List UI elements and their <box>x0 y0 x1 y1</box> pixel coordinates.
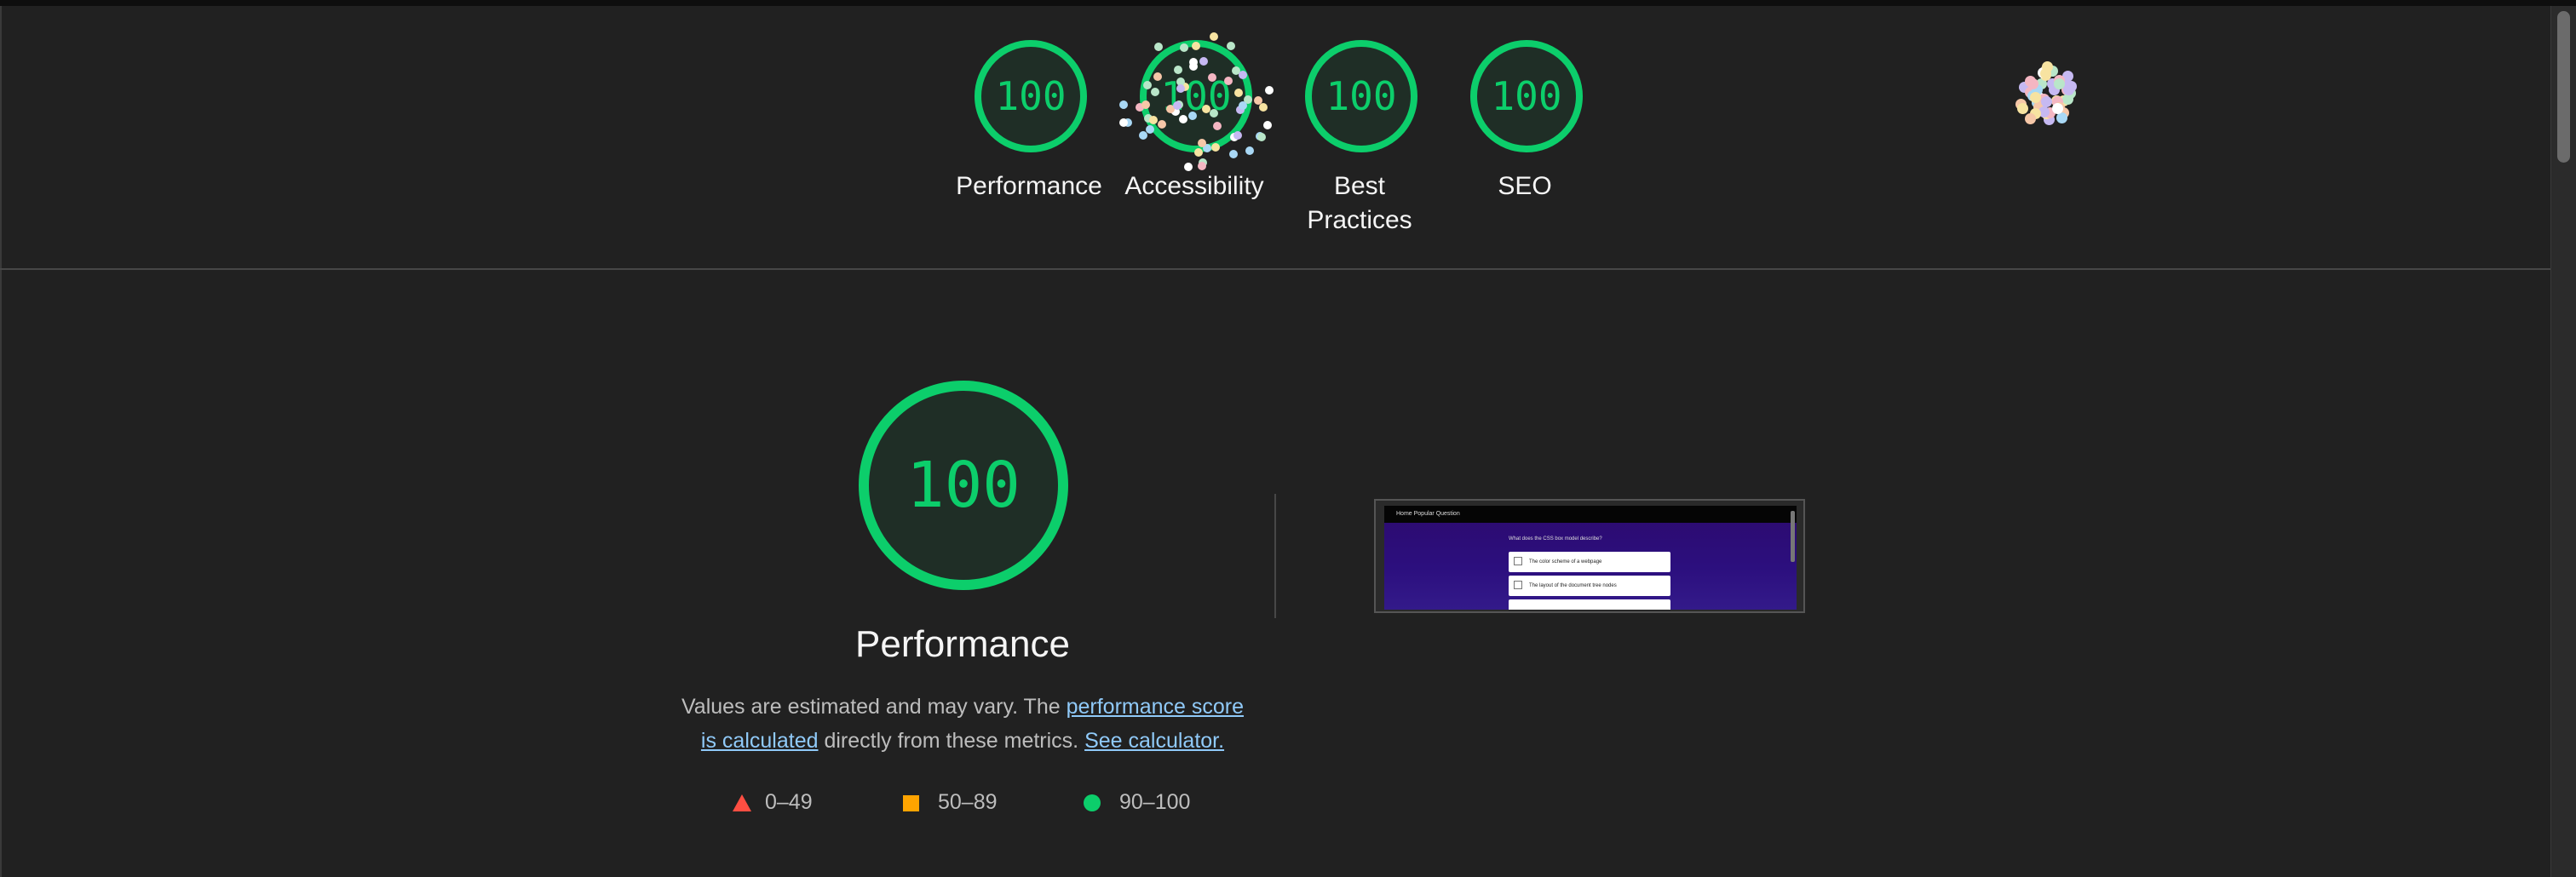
square-icon <box>903 794 919 811</box>
confetti-dot <box>1264 85 1274 95</box>
confetti-dot <box>1153 72 1163 81</box>
confetti-dot <box>1259 102 1268 112</box>
confetti-dot <box>2056 112 2067 124</box>
gauge-label: Best Practices <box>1307 172 1412 234</box>
confetti-dot <box>1187 111 1197 120</box>
thumbnail-option-partial <box>1509 599 1670 610</box>
performance-description: Values are estimated and may vary. The p… <box>673 690 1252 758</box>
description-text: Values are estimated and may vary. The <box>681 695 1067 719</box>
thumbnail-question: What does the CSS box model describe? <box>1509 536 1602 542</box>
confetti-dot <box>1239 70 1248 79</box>
checkbox-icon <box>1514 557 1522 565</box>
confetti-dot <box>1256 133 1266 142</box>
section-divider <box>1274 494 1276 618</box>
confetti-dot <box>1228 149 1238 158</box>
triangle-icon <box>733 794 751 812</box>
confetti-dot <box>1194 147 1204 157</box>
legend-pass-range: 90–100 <box>1119 790 1191 814</box>
thumbnail-page: Home Popular Question What does the CSS … <box>1384 506 1797 610</box>
confetti-dot <box>1173 100 1182 110</box>
confetti-dot <box>2029 92 2041 104</box>
confetti-dot <box>1180 43 1189 52</box>
legend-average: 50–89 <box>903 790 998 815</box>
confetti-dot <box>1253 95 1262 105</box>
thumbnail-option-text: The layout of the document tree nodes <box>1529 583 1617 588</box>
confetti-dot <box>1119 100 1129 109</box>
header-divider <box>0 268 2550 270</box>
confetti-dot <box>1198 138 1207 147</box>
legend-average-range: 50–89 <box>938 790 998 814</box>
confetti-dot <box>1199 57 1208 66</box>
final-screenshot-thumbnail[interactable]: Home Popular Question What does the CSS … <box>1374 499 1805 613</box>
thumbnail-option: The layout of the document tree nodes <box>1509 576 1670 596</box>
confetti-dot <box>1234 88 1244 97</box>
circle-icon <box>1084 794 1101 812</box>
confetti-dot <box>1209 32 1218 41</box>
thumbnail-scrollbar <box>1791 511 1795 562</box>
confetti-dot <box>2062 83 2074 95</box>
legend-fail: 0–49 <box>733 790 813 815</box>
confetti-dot <box>1262 121 1272 130</box>
confetti-dot <box>2017 102 2029 114</box>
page-scrollbar[interactable] <box>2550 6 2576 877</box>
thumbnail-option: The color scheme of a webpage <box>1509 552 1670 572</box>
gauge-label: SEO <box>1498 172 1552 200</box>
gauge-score: 100 <box>1491 73 1562 119</box>
confetti-dot <box>1245 146 1255 156</box>
confetti-dot <box>2041 95 2053 107</box>
window-top-edge <box>0 0 2576 6</box>
see-calculator-link[interactable]: See calculator. <box>1084 729 1224 753</box>
description-text: directly from these metrics. <box>818 729 1085 753</box>
confetti-dot <box>1183 162 1193 171</box>
scores-header: 100 Performance 100 Accessibility 100 Be… <box>0 6 2550 268</box>
gauge-score: 100 <box>1325 73 1397 119</box>
confetti-dot <box>2025 75 2037 87</box>
confetti-dot <box>1173 66 1182 75</box>
confetti-dot <box>1227 41 1236 50</box>
performance-score: 100 <box>906 449 1021 522</box>
confetti-dot <box>1142 81 1152 90</box>
thumbnail-option-text: The color scheme of a webpage <box>1529 559 1602 565</box>
thumbnail-nav: Home Popular Question <box>1384 506 1797 523</box>
confetti-dot <box>2024 112 2036 124</box>
legend-pass: 90–100 <box>1084 790 1190 815</box>
scrollbar-thumb[interactable] <box>2557 11 2570 163</box>
legend-fail-range: 0–49 <box>765 790 813 814</box>
gauge-score: 100 <box>995 73 1067 119</box>
checkbox-icon <box>1514 581 1522 589</box>
confetti-dot <box>1191 41 1200 50</box>
confetti-dot <box>1148 116 1158 125</box>
performance-title: Performance <box>855 623 1070 665</box>
confetti-dot <box>1210 143 1220 152</box>
confetti-dot <box>1150 87 1159 96</box>
confetti-dot <box>1212 122 1222 131</box>
gauge-label: Accessibility <box>1124 172 1264 200</box>
